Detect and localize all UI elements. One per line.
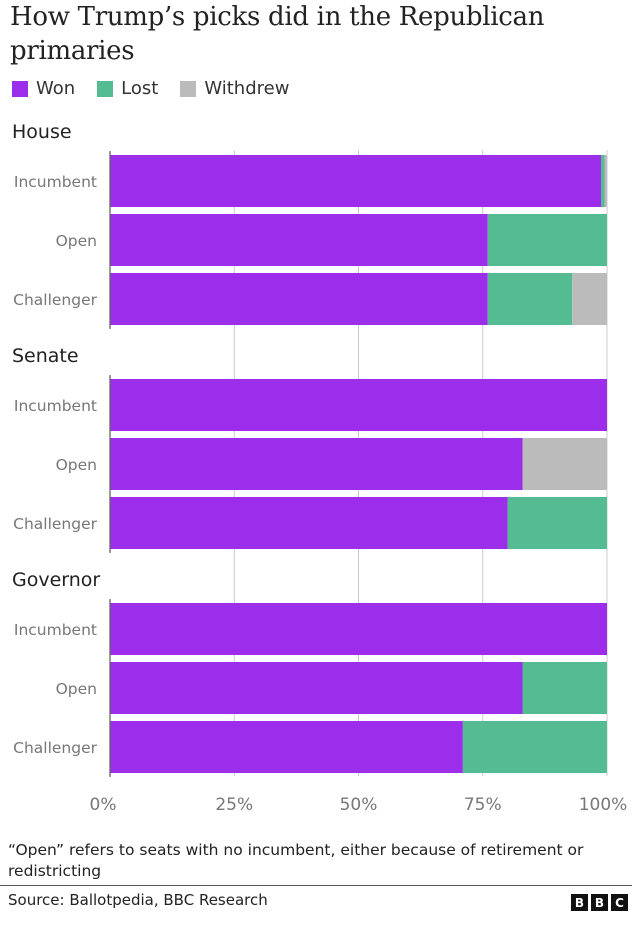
category-label: Challenger bbox=[13, 291, 97, 309]
category-label: Incumbent bbox=[14, 397, 97, 415]
bar-segment-lost bbox=[601, 155, 605, 207]
category-label: Open bbox=[56, 680, 97, 698]
x-tick-label: 0% bbox=[90, 795, 117, 815]
bar-segment-won bbox=[110, 214, 488, 266]
category-label: Challenger bbox=[13, 739, 97, 757]
bar-segment-withdrew bbox=[522, 438, 607, 490]
x-tick-label: 25% bbox=[215, 795, 253, 815]
bar-segment-withdrew bbox=[604, 155, 607, 207]
bar-segment-lost bbox=[507, 497, 607, 549]
bbc-logo-letter: C bbox=[611, 894, 628, 911]
group-title: Governor bbox=[12, 569, 100, 591]
group-title: Senate bbox=[12, 345, 79, 367]
bar-segment-lost bbox=[522, 662, 607, 714]
source-text: Source: Ballotpedia, BBC Research bbox=[8, 891, 268, 909]
bar-segment-won bbox=[110, 721, 463, 773]
bar-segment-won bbox=[110, 662, 523, 714]
category-label: Incumbent bbox=[14, 173, 97, 191]
footnote: “Open” refers to seats with no incumbent… bbox=[8, 841, 584, 880]
bbc-logo-letter: B bbox=[571, 894, 588, 911]
bar-segment-lost bbox=[462, 721, 607, 773]
category-label: Challenger bbox=[13, 515, 97, 533]
bar-segment-won bbox=[110, 379, 607, 431]
category-label: Open bbox=[56, 232, 97, 250]
bar-segment-won bbox=[110, 273, 488, 325]
bar-segment-won bbox=[110, 438, 523, 490]
bbc-logo: B B C bbox=[571, 894, 628, 911]
bar-segment-lost bbox=[487, 214, 607, 266]
bar-segment-withdrew bbox=[572, 273, 607, 325]
bbc-logo-letter: B bbox=[591, 894, 608, 911]
group-title: House bbox=[12, 121, 72, 143]
x-tick-label: 75% bbox=[464, 795, 502, 815]
bar-segment-won bbox=[110, 155, 602, 207]
category-label: Open bbox=[56, 456, 97, 474]
bar-segment-won bbox=[110, 603, 607, 655]
x-tick-label: 50% bbox=[340, 795, 378, 815]
footer-divider bbox=[0, 885, 632, 886]
chart-area: House Incumbent Open Challenger Senate Incumb… bbox=[12, 121, 628, 815]
bar-segment-won bbox=[110, 497, 508, 549]
category-label: Incumbent bbox=[14, 621, 97, 639]
bar-segment-lost bbox=[487, 273, 573, 325]
x-tick-label: 100% bbox=[579, 795, 628, 815]
